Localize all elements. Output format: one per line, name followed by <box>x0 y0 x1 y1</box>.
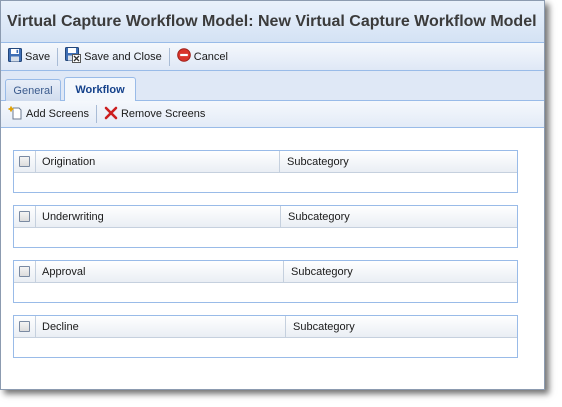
save-label: Save <box>25 50 51 63</box>
select-all-cell <box>14 316 36 337</box>
select-all-checkbox[interactable] <box>19 211 30 222</box>
column-header-subcategory[interactable]: Subcategory <box>284 261 517 282</box>
cancel-circle-icon <box>176 48 191 65</box>
tab-general-label: General <box>13 84 53 97</box>
screen-grid-origination: Origination Subcategory <box>13 150 518 193</box>
floppy-disk-close-icon <box>65 47 82 66</box>
grid-header: Underwriting Subcategory <box>14 206 517 228</box>
grid-header: Decline Subcategory <box>14 316 517 338</box>
tab-workflow[interactable]: Workflow <box>64 77 136 101</box>
tab-strip: General Workflow <box>1 71 544 101</box>
tab-workflow-label: Workflow <box>75 83 125 96</box>
red-x-icon <box>104 106 118 123</box>
floppy-disk-icon <box>8 48 22 65</box>
grid-header: Approval Subcategory <box>14 261 517 283</box>
column-header-subcategory[interactable]: Subcategory <box>281 206 517 227</box>
screen-grid-approval: Approval Subcategory <box>13 260 518 303</box>
column-header-name[interactable]: Underwriting <box>36 206 281 227</box>
select-all-cell <box>14 261 36 282</box>
workflow-content: Origination Subcategory Underwriting Sub… <box>1 128 544 389</box>
select-all-cell <box>14 206 36 227</box>
title-bar: Virtual Capture Workflow Model: New Virt… <box>1 1 544 43</box>
column-header-name[interactable]: Origination <box>36 151 280 172</box>
screen-grid-decline: Decline Subcategory <box>13 315 518 358</box>
cancel-button[interactable]: Cancel <box>174 46 231 68</box>
workflow-model-window: Virtual Capture Workflow Model: New Virt… <box>0 0 545 390</box>
select-all-checkbox[interactable] <box>19 321 30 332</box>
window-title: Virtual Capture Workflow Model: New Virt… <box>7 12 537 30</box>
add-screens-label: Add Screens <box>26 108 89 120</box>
select-all-checkbox[interactable] <box>19 156 30 167</box>
save-button[interactable]: Save <box>5 46 53 68</box>
screen-grid-underwriting: Underwriting Subcategory <box>13 205 518 248</box>
main-toolbar: Save Save and Close Cancel <box>1 43 544 71</box>
save-and-close-label: Save and Close <box>84 50 162 63</box>
column-header-name[interactable]: Approval <box>36 261 284 282</box>
column-header-name[interactable]: Decline <box>36 316 286 337</box>
save-and-close-button[interactable]: Save and Close <box>62 46 165 68</box>
toolbar-separator <box>95 105 97 123</box>
remove-screens-label: Remove Screens <box>120 108 206 120</box>
column-header-subcategory[interactable]: Subcategory <box>286 316 517 337</box>
column-header-subcategory[interactable]: Subcategory <box>280 151 517 172</box>
select-all-cell <box>14 151 36 172</box>
cancel-label: Cancel <box>193 50 228 63</box>
add-screens-button[interactable]: Add Screens <box>5 103 92 125</box>
tab-general[interactable]: General <box>5 79 61 101</box>
toolbar-separator <box>168 47 170 66</box>
toolbar-separator <box>57 47 59 66</box>
select-all-checkbox[interactable] <box>19 266 30 277</box>
add-page-icon <box>8 105 23 123</box>
remove-screens-button[interactable]: Remove Screens <box>101 103 208 125</box>
workflow-toolbar: Add Screens Remove Screens <box>1 101 544 128</box>
grid-header: Origination Subcategory <box>14 151 517 173</box>
